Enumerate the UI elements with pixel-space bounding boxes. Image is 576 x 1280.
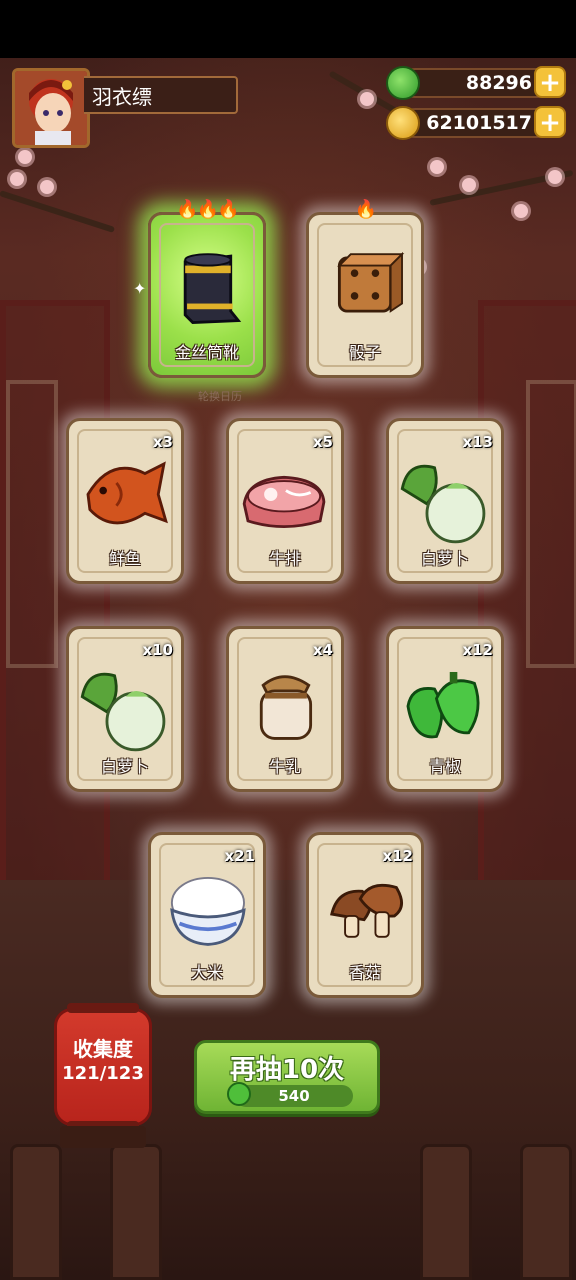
draw-again-label: 再抽10次 — [229, 1055, 345, 1085]
gold-amount: 62101517 — [426, 112, 532, 134]
fence-post — [110, 1144, 162, 1280]
blossom — [40, 180, 54, 194]
blossom — [360, 92, 374, 106]
card-label: 香菇 — [348, 963, 381, 982]
card-label: 白萝卜 — [100, 757, 149, 776]
collection-progress-button[interactable]: 收集度 121/123 — [54, 1003, 152, 1131]
right-window-lattice — [526, 380, 576, 668]
add-jade-button[interactable]: + — [534, 66, 566, 98]
left-window-lattice — [6, 380, 58, 668]
card-label: 骰子 — [348, 343, 381, 362]
item-count: x3 — [152, 433, 173, 451]
sparkle-icon: ✦ — [133, 279, 147, 298]
card-white-radish-1[interactable]: x13 白萝卜 — [386, 418, 504, 584]
rotation-hint: 轮换日历 — [198, 390, 242, 403]
item-count: x12 — [382, 847, 413, 865]
player-name: 羽衣缥 — [84, 76, 238, 114]
card-fish[interactable]: x3 鲜鱼 — [66, 418, 184, 584]
draw-cost: 540 — [227, 1082, 353, 1107]
blossom — [548, 170, 562, 184]
item-count: x12 — [462, 641, 493, 659]
card-golden-boots[interactable]: 🔥🔥🔥 ✦ 金丝筒靴 — [133, 199, 266, 378]
game-screen: { "player": { "name": "羽衣缥" }, "currency… — [0, 0, 576, 1280]
card-label: 鲜鱼 — [108, 549, 141, 568]
gold-currency-display: 62101517 + — [386, 106, 566, 140]
jade-coin-icon — [386, 66, 420, 100]
add-gold-button[interactable]: + — [534, 106, 566, 138]
item-count: x4 — [312, 641, 333, 659]
item-count: x5 — [312, 433, 333, 451]
card-label: 青椒 — [428, 757, 461, 776]
item-count: x21 — [224, 847, 255, 865]
fence-post — [420, 1144, 472, 1280]
draw-again-button[interactable]: 再抽10次 540 — [194, 1040, 380, 1114]
jade-amount: 88296 — [465, 72, 532, 94]
blossom-branch — [0, 190, 116, 233]
card-dice[interactable]: 🔥 骰子 — [306, 199, 424, 378]
status-bar-area — [0, 0, 576, 58]
card-label: 大米 — [190, 963, 223, 982]
item-count: x10 — [142, 641, 173, 659]
card-label: 牛排 — [268, 549, 301, 568]
card-steak[interactable]: x5 牛排 — [226, 418, 344, 584]
card-white-radish-2[interactable]: x10 白萝卜 — [66, 626, 184, 792]
card-label: 牛乳 — [268, 757, 301, 776]
card-label: 金丝筒靴 — [174, 343, 239, 362]
player-avatar[interactable] — [12, 68, 90, 148]
blossom — [18, 150, 32, 164]
lantern-stand — [60, 1126, 146, 1148]
card-label: 白萝卜 — [420, 549, 469, 568]
card-rice[interactable]: x21 大米 — [148, 832, 266, 998]
blossom — [10, 172, 24, 186]
blossom — [430, 160, 444, 174]
item-count: x13 — [462, 433, 493, 451]
gold-coin-icon — [386, 106, 420, 140]
blossom — [462, 178, 476, 192]
card-shiitake[interactable]: x12 香菇 — [306, 832, 424, 998]
fence-post — [520, 1144, 572, 1280]
card-green-pepper[interactable]: x12 青椒 — [386, 626, 504, 792]
collection-title: 收集度 — [73, 1037, 133, 1061]
fence-post — [10, 1144, 62, 1280]
card-milk[interactable]: x4 牛乳 — [226, 626, 344, 792]
blossom — [514, 204, 528, 218]
collection-count: 121/123 — [62, 1063, 144, 1084]
jade-currency-display: 88296 + — [386, 66, 566, 100]
